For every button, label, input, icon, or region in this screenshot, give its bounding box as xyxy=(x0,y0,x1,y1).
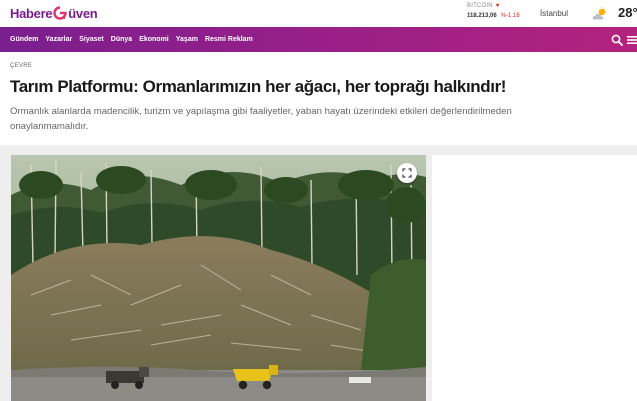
ticker-name-row: BITCOIN ♥ xyxy=(467,3,537,9)
nav-item-dunya[interactable]: Dünya xyxy=(111,36,132,43)
search-icon[interactable] xyxy=(611,33,623,46)
weather-temp: 28° xyxy=(618,5,637,20)
nav-item-gundem[interactable]: Gündem xyxy=(10,36,38,43)
sidebar-area xyxy=(432,155,637,401)
article-category[interactable]: ÇEVRE xyxy=(10,63,32,69)
top-bar: Habere üven BITCOIN ♥ 118.213,06 %-1.16 … xyxy=(0,0,637,27)
weather-city[interactable]: İstanbul xyxy=(540,9,568,18)
ticker-name: BITCOIN xyxy=(467,3,493,9)
ticker-values: 118.213,06 %-1.16 xyxy=(467,13,537,19)
hamburger-icon[interactable] xyxy=(627,33,637,45)
nav-item-resmi-reklam[interactable]: Resmi Reklam xyxy=(205,36,253,43)
logo-text-part2: üven xyxy=(68,5,98,21)
nav-item-ekonomi[interactable]: Ekonomi xyxy=(139,36,169,43)
article-title: Tarım Platformu: Ormanlarımızın her ağac… xyxy=(10,77,507,96)
expand-icon[interactable] xyxy=(397,163,417,183)
crypto-ticker[interactable]: BITCOIN ♥ 118.213,06 %-1.16 xyxy=(467,3,537,25)
nav-item-yasam[interactable]: Yaşam xyxy=(176,36,198,43)
article-summary: Ormanlık alanlarda madencilik, turizm ve… xyxy=(10,106,512,132)
nav-items: Gündem Yazarlar Siyaset Dünya Ekonomi Ya… xyxy=(10,27,253,52)
nav-item-siyaset[interactable]: Siyaset xyxy=(79,36,104,43)
logo-g-icon xyxy=(53,6,67,20)
down-arrow-icon: ♥ xyxy=(495,3,500,9)
logo-text-part1: Habere xyxy=(10,5,53,21)
ticker-change: %-1.16 xyxy=(500,13,520,19)
site-logo[interactable]: Habere üven xyxy=(10,3,98,23)
nav-item-yazarlar[interactable]: Yazarlar xyxy=(45,36,72,43)
ticker-value: 118.213,06 xyxy=(467,13,497,19)
partly-cloudy-icon xyxy=(592,7,608,21)
main-nav: Gündem Yazarlar Siyaset Dünya Ekonomi Ya… xyxy=(0,27,637,52)
article-image[interactable] xyxy=(11,155,426,401)
